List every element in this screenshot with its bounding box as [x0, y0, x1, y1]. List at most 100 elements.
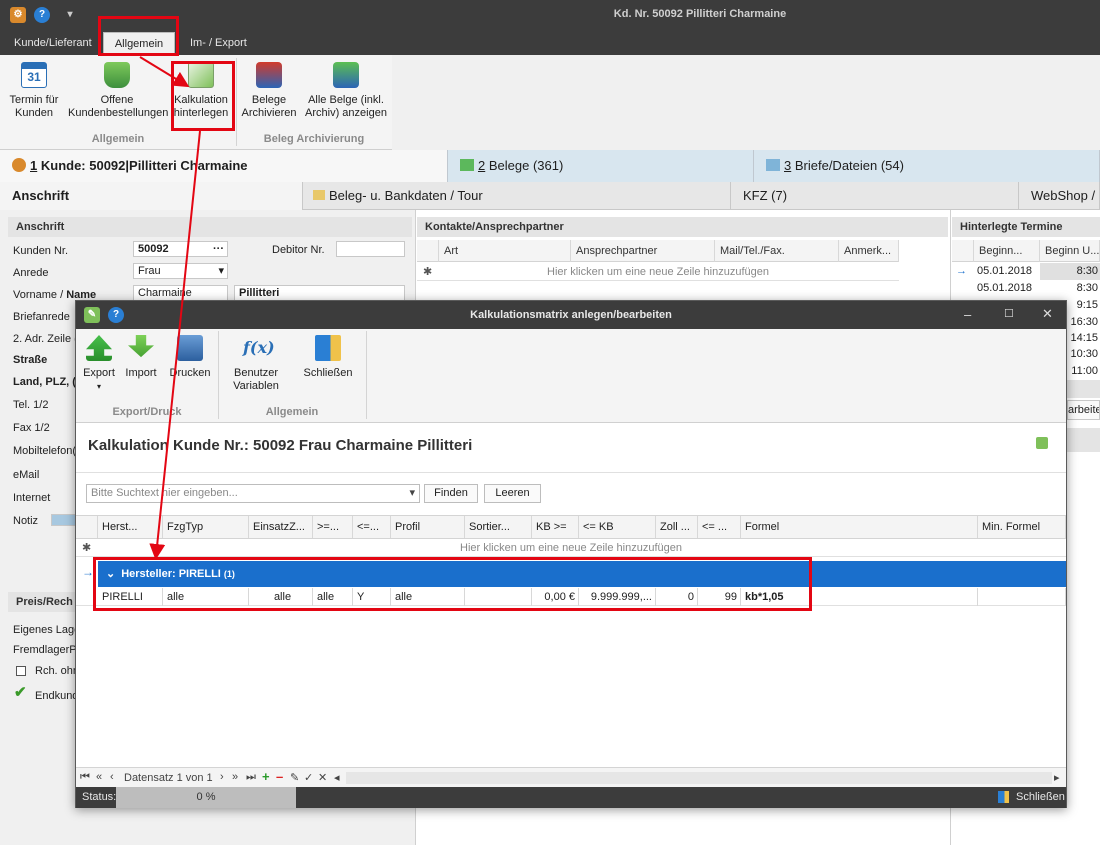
col-beginn-datum[interactable]: Beginn... — [974, 240, 1040, 262]
alle-belege-anzeigen-button[interactable]: Alle Belge (inkl. Archiv) anzeigen — [304, 62, 388, 120]
horizontal-scrollbar[interactable] — [346, 772, 1052, 784]
subtab-webshop[interactable]: WebShop / S — [1019, 182, 1100, 231]
col-lte-kb[interactable]: <= KB — [579, 516, 656, 538]
prev-record-icon[interactable]: ‹ — [110, 771, 114, 783]
cell-formel[interactable]: kb*1,05 — [741, 588, 978, 606]
cell-zoll[interactable]: 0 — [656, 588, 698, 606]
benutzer-variablen-button[interactable]: f(x) Benutzer Variablen — [228, 335, 284, 393]
documents-icon — [460, 159, 474, 171]
col-art[interactable]: Art — [439, 240, 571, 262]
input-vorname[interactable]: Charmaine — [133, 285, 228, 301]
ribbon-tabs: Kunde/Lieferant Allgemein Im- / Export — [0, 30, 1100, 55]
col-fzgtyp[interactable]: FzgTyp — [163, 516, 249, 538]
first-record-icon[interactable]: ⏮ — [80, 771, 90, 784]
tab-kunde[interactable]: 1 Kunde: 50092|Pillitteri Charmaine — [0, 150, 448, 182]
col-kb-gte[interactable]: KB >= — [532, 516, 579, 538]
col-lte[interactable]: <=... — [353, 516, 391, 538]
maximize-icon[interactable]: ☐ — [1004, 307, 1014, 320]
ribbon-empty — [392, 55, 1100, 150]
tab-im-export[interactable]: Im- / Export — [180, 32, 257, 55]
status-close-button[interactable]: Schließen — [1016, 791, 1065, 803]
term-date[interactable]: 05.01.2018 — [977, 280, 1032, 297]
cancel-icon[interactable]: ✕ — [318, 771, 327, 784]
find-button[interactable]: Finden — [424, 484, 478, 503]
contacts-new-row[interactable]: ✱ Hier klicken um eine neue Zeile hinzuzu… — [417, 263, 899, 281]
col-lte-zoll[interactable]: <= ... — [698, 516, 741, 538]
cell-profil[interactable]: alle — [391, 588, 465, 606]
tab-briefe[interactable]: 3 Briefe/Dateien (54) — [754, 150, 1100, 182]
term-time[interactable]: 8:30 — [1040, 280, 1100, 297]
appointments-edit-button[interactable]: arbeiten — [1067, 400, 1100, 420]
col-ansprechpartner[interactable]: Ansprechpartner — [571, 240, 715, 262]
col-beginn-uhrzeit[interactable]: Beginn U... — [1040, 240, 1100, 262]
cell-min-formel[interactable] — [978, 588, 1066, 606]
checkbox-rch-ohne[interactable] — [16, 666, 26, 676]
cell-lte[interactable]: Y — [353, 588, 391, 606]
checkmark-icon[interactable]: ✔ — [14, 685, 30, 700]
subtab-kfz[interactable]: KFZ (7) — [731, 182, 1019, 210]
input-kunden-nr[interactable]: 50092 ··· — [133, 241, 228, 257]
col-formel[interactable]: Formel — [741, 516, 978, 538]
ellipsis-icon[interactable]: ··· — [213, 242, 227, 256]
remove-icon[interactable]: – — [276, 769, 283, 784]
table-row[interactable]: PIRELLI alle alle alle Y alle 0,00 € 9.9… — [76, 588, 1066, 606]
col-mail-tel[interactable]: Mail/Tel./Fax. — [715, 240, 839, 262]
add-icon[interactable]: + — [262, 769, 270, 784]
col-zoll[interactable]: Zoll ... — [656, 516, 698, 538]
chevron-down-icon[interactable]: ⌄ — [106, 568, 115, 580]
edit-icon[interactable]: ✎ — [290, 771, 299, 784]
export-button[interactable]: Export ▾ — [80, 335, 118, 393]
col-min-formel[interactable]: Min. Formel — [978, 516, 1066, 538]
tab-allgemein[interactable]: Allgemein — [103, 32, 175, 55]
cell-sortierung[interactable] — [465, 588, 532, 606]
calendar-icon: 31 — [21, 62, 47, 88]
label-mobil: Mobiltelefon( — [13, 445, 76, 457]
cell-fzgtyp[interactable]: alle — [163, 588, 249, 606]
import-button[interactable]: Import — [122, 335, 160, 380]
notiz-field[interactable] — [51, 514, 77, 526]
chevron-down-icon[interactable]: ▾ — [409, 485, 415, 502]
drucken-button[interactable]: Drucken — [168, 335, 212, 380]
cell-kb-gte[interactable]: 0,00 € — [532, 588, 579, 606]
col-sortierung[interactable]: Sortier... — [465, 516, 532, 538]
confirm-icon[interactable]: ✓ — [304, 771, 313, 784]
clear-button[interactable]: Leeren — [484, 484, 541, 503]
grid-new-row[interactable]: ✱ Hier klicken um eine neue Zeile hinzuzu… — [76, 539, 1066, 557]
cell-einsatzzweck[interactable]: alle — [249, 588, 313, 606]
last-record-icon[interactable]: ⏭ — [246, 771, 256, 784]
belege-archivieren-button[interactable]: Belege Archivieren — [240, 62, 298, 120]
col-anmerkung[interactable]: Anmerk... — [839, 240, 899, 262]
subtab-anschrift[interactable]: Anschrift — [0, 182, 303, 210]
tab-kunde-lieferant[interactable]: Kunde/Lieferant — [4, 32, 102, 55]
subtab-beleg-bankdaten[interactable]: Beleg- u. Bankdaten / Tour — [303, 182, 731, 210]
schliessen-button[interactable]: Schließen — [302, 335, 354, 380]
input-debitor-nr[interactable] — [336, 241, 405, 257]
tab-belege[interactable]: 2 Belege (361) — [448, 150, 754, 182]
minimize-icon[interactable]: – — [964, 307, 971, 322]
col-profil[interactable]: Profil — [391, 516, 465, 538]
next-record-icon[interactable]: › — [220, 771, 224, 783]
cell-hersteller[interactable]: PIRELLI — [98, 588, 163, 606]
cell-lte-kb[interactable]: 9.999.999,... — [579, 588, 656, 606]
close-icon[interactable]: ✕ — [1042, 306, 1053, 322]
cell-gte[interactable]: alle — [313, 588, 353, 606]
appointments-scroll[interactable] — [1067, 380, 1100, 398]
select-anrede[interactable]: Frau ▾ — [133, 263, 228, 279]
kalkulation-hinterlegen-button[interactable]: Kalkulation hinterlegen — [172, 62, 230, 120]
offene-bestellungen-button[interactable]: Offene Kundenbestellungen — [68, 62, 168, 120]
cell-lte-zoll[interactable]: 99 — [698, 588, 741, 606]
scroll-right-icon[interactable]: ▸ — [1054, 771, 1060, 784]
function-icon: f(x) — [243, 338, 275, 357]
group-row-pirelli[interactable]: ⌄ Hersteller: PIRELLI (1) — [98, 561, 1066, 587]
scroll-left-icon[interactable]: ◂ — [334, 771, 340, 784]
input-name[interactable]: Pillitteri — [234, 285, 405, 301]
prev-page-icon[interactable]: « — [96, 771, 102, 783]
search-input[interactable]: Bitte Suchtext hier eingeben... ▾ — [86, 484, 420, 503]
termin-button[interactable]: 31 Termin für Kunden — [6, 62, 62, 120]
col-einsatzzweck[interactable]: EinsatzZ... — [249, 516, 313, 538]
term-time[interactable]: 8:30 — [1040, 263, 1100, 280]
term-date[interactable]: 05.01.2018 — [977, 263, 1032, 280]
next-page-icon[interactable]: » — [232, 771, 238, 783]
col-gte[interactable]: >=... — [313, 516, 353, 538]
col-hersteller[interactable]: Herst... — [98, 516, 163, 538]
